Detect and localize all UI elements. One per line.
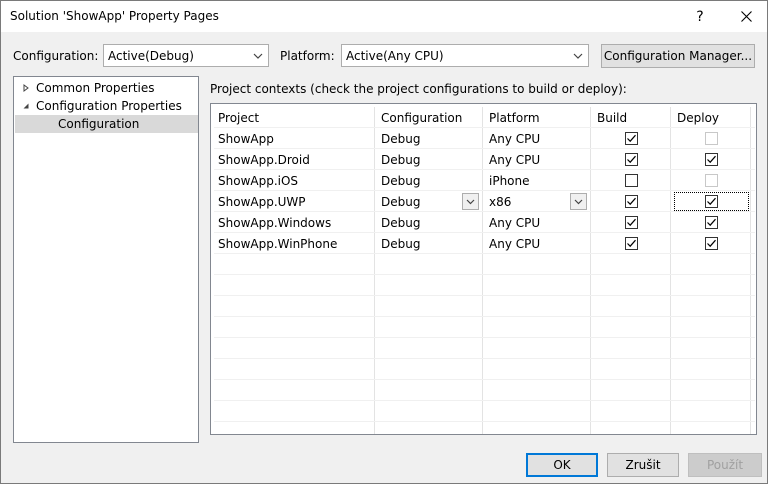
deploy-checkbox[interactable] (705, 153, 718, 166)
build-checkbox[interactable] (625, 153, 638, 166)
configuration-cell[interactable]: Debug (377, 170, 482, 191)
platform-label: Platform: (280, 49, 335, 63)
chevron-down-icon (253, 53, 263, 59)
configuration-dropdown[interactable]: Active(Debug) (103, 44, 269, 67)
project-cell: ShowApp (218, 131, 274, 146)
tree-item-label: Configuration Properties (36, 99, 182, 113)
project-contexts-label: Project contexts (check the project conf… (210, 82, 627, 96)
checkmark-icon (627, 218, 636, 227)
row-divider (214, 400, 755, 401)
platform-cell-dropdown[interactable] (570, 193, 587, 210)
chevron-down-icon (574, 199, 583, 205)
column-header-platform[interactable]: Platform (485, 107, 590, 128)
checkmark-icon (627, 134, 636, 143)
platform-cell[interactable]: Any CPU (485, 128, 590, 149)
apply-button[interactable]: Použít (688, 453, 762, 477)
help-icon: ? (696, 8, 704, 25)
column-header-configuration[interactable]: Configuration (377, 107, 482, 128)
row-divider (214, 421, 755, 422)
triangle-right-icon[interactable] (20, 82, 32, 94)
build-checkbox[interactable] (625, 216, 638, 229)
close-button[interactable] (726, 1, 766, 32)
configuration-label: Configuration: (13, 49, 99, 63)
platform-value: Active(Any CPU) (346, 49, 444, 63)
platform-cell[interactable]: Any CPU (485, 212, 590, 233)
deploy-checkbox[interactable] (705, 237, 718, 250)
project-cell: ShowApp.WinPhone (218, 236, 338, 251)
column-header-deploy[interactable]: Deploy (673, 107, 750, 128)
build-checkbox[interactable] (625, 132, 638, 145)
configuration-cell[interactable]: Debug (377, 149, 482, 170)
configuration-cell-dropdown[interactable] (462, 193, 479, 210)
row-divider (214, 274, 755, 275)
deploy-checkbox[interactable] (705, 174, 718, 187)
platform-cell[interactable]: iPhone (485, 170, 590, 191)
platform-cell[interactable]: Any CPU (485, 149, 590, 170)
checkmark-icon (627, 155, 636, 164)
checkmark-icon (627, 239, 636, 248)
platform-dropdown[interactable]: Active(Any CPU) (341, 44, 589, 67)
deploy-checkbox[interactable] (705, 216, 718, 229)
configuration-cell[interactable]: Debug (377, 233, 482, 254)
column-divider (590, 107, 591, 434)
property-pages-dialog: Solution 'ShowApp' Property Pages ? Conf… (0, 0, 768, 484)
build-checkbox[interactable] (625, 174, 638, 187)
project-contexts-grid: Project Configuration Platform Build Dep… (210, 103, 757, 435)
configuration-value: Active(Debug) (108, 49, 194, 63)
row-divider (214, 379, 755, 380)
chevron-down-icon (466, 199, 475, 205)
title-bar: Solution 'ShowApp' Property Pages ? (1, 1, 767, 32)
checkmark-icon (707, 155, 716, 164)
checkmark-icon (627, 197, 636, 206)
property-tree: Common Properties Configuration Properti… (13, 76, 199, 443)
help-button[interactable]: ? (680, 1, 720, 32)
platform-cell[interactable]: Any CPU (485, 233, 590, 254)
cancel-button[interactable]: Zrušit (607, 453, 679, 477)
build-checkbox[interactable] (625, 195, 638, 208)
tree-item-configuration[interactable]: Configuration (15, 115, 198, 133)
tree-item-common-properties[interactable]: Common Properties (20, 79, 198, 97)
project-cell: ShowApp.Droid (218, 152, 310, 167)
configuration-cell[interactable]: Debug (377, 128, 482, 149)
ok-button[interactable]: OK (526, 453, 598, 477)
close-icon (740, 11, 752, 22)
project-cell: ShowApp.Windows (218, 215, 332, 230)
column-header-build[interactable]: Build (593, 107, 670, 128)
tree-item-label: Configuration (58, 117, 140, 131)
configuration-manager-button[interactable]: Configuration Manager... (601, 44, 755, 68)
row-divider (214, 295, 755, 296)
column-divider (750, 107, 751, 434)
tree-item-configuration-properties[interactable]: Configuration Properties (20, 97, 198, 115)
deploy-checkbox[interactable] (705, 132, 718, 145)
chevron-down-icon (573, 53, 583, 59)
checkmark-icon (707, 197, 716, 206)
column-divider (482, 107, 483, 434)
build-checkbox[interactable] (625, 237, 638, 250)
column-divider (670, 107, 671, 434)
row-divider (214, 316, 755, 317)
column-header-project[interactable]: Project (214, 107, 374, 128)
triangle-down-icon[interactable] (20, 100, 32, 112)
project-cell: ShowApp.UWP (218, 194, 306, 209)
project-cell: ShowApp.iOS (218, 173, 299, 188)
window-title: Solution 'ShowApp' Property Pages (10, 9, 219, 23)
configuration-cell[interactable]: Debug (377, 212, 482, 233)
checkmark-icon (707, 239, 716, 248)
tree-item-label: Common Properties (36, 81, 155, 95)
deploy-checkbox[interactable] (705, 195, 718, 208)
row-divider (214, 358, 755, 359)
column-divider (374, 107, 375, 434)
checkmark-icon (707, 218, 716, 227)
row-divider (214, 337, 755, 338)
